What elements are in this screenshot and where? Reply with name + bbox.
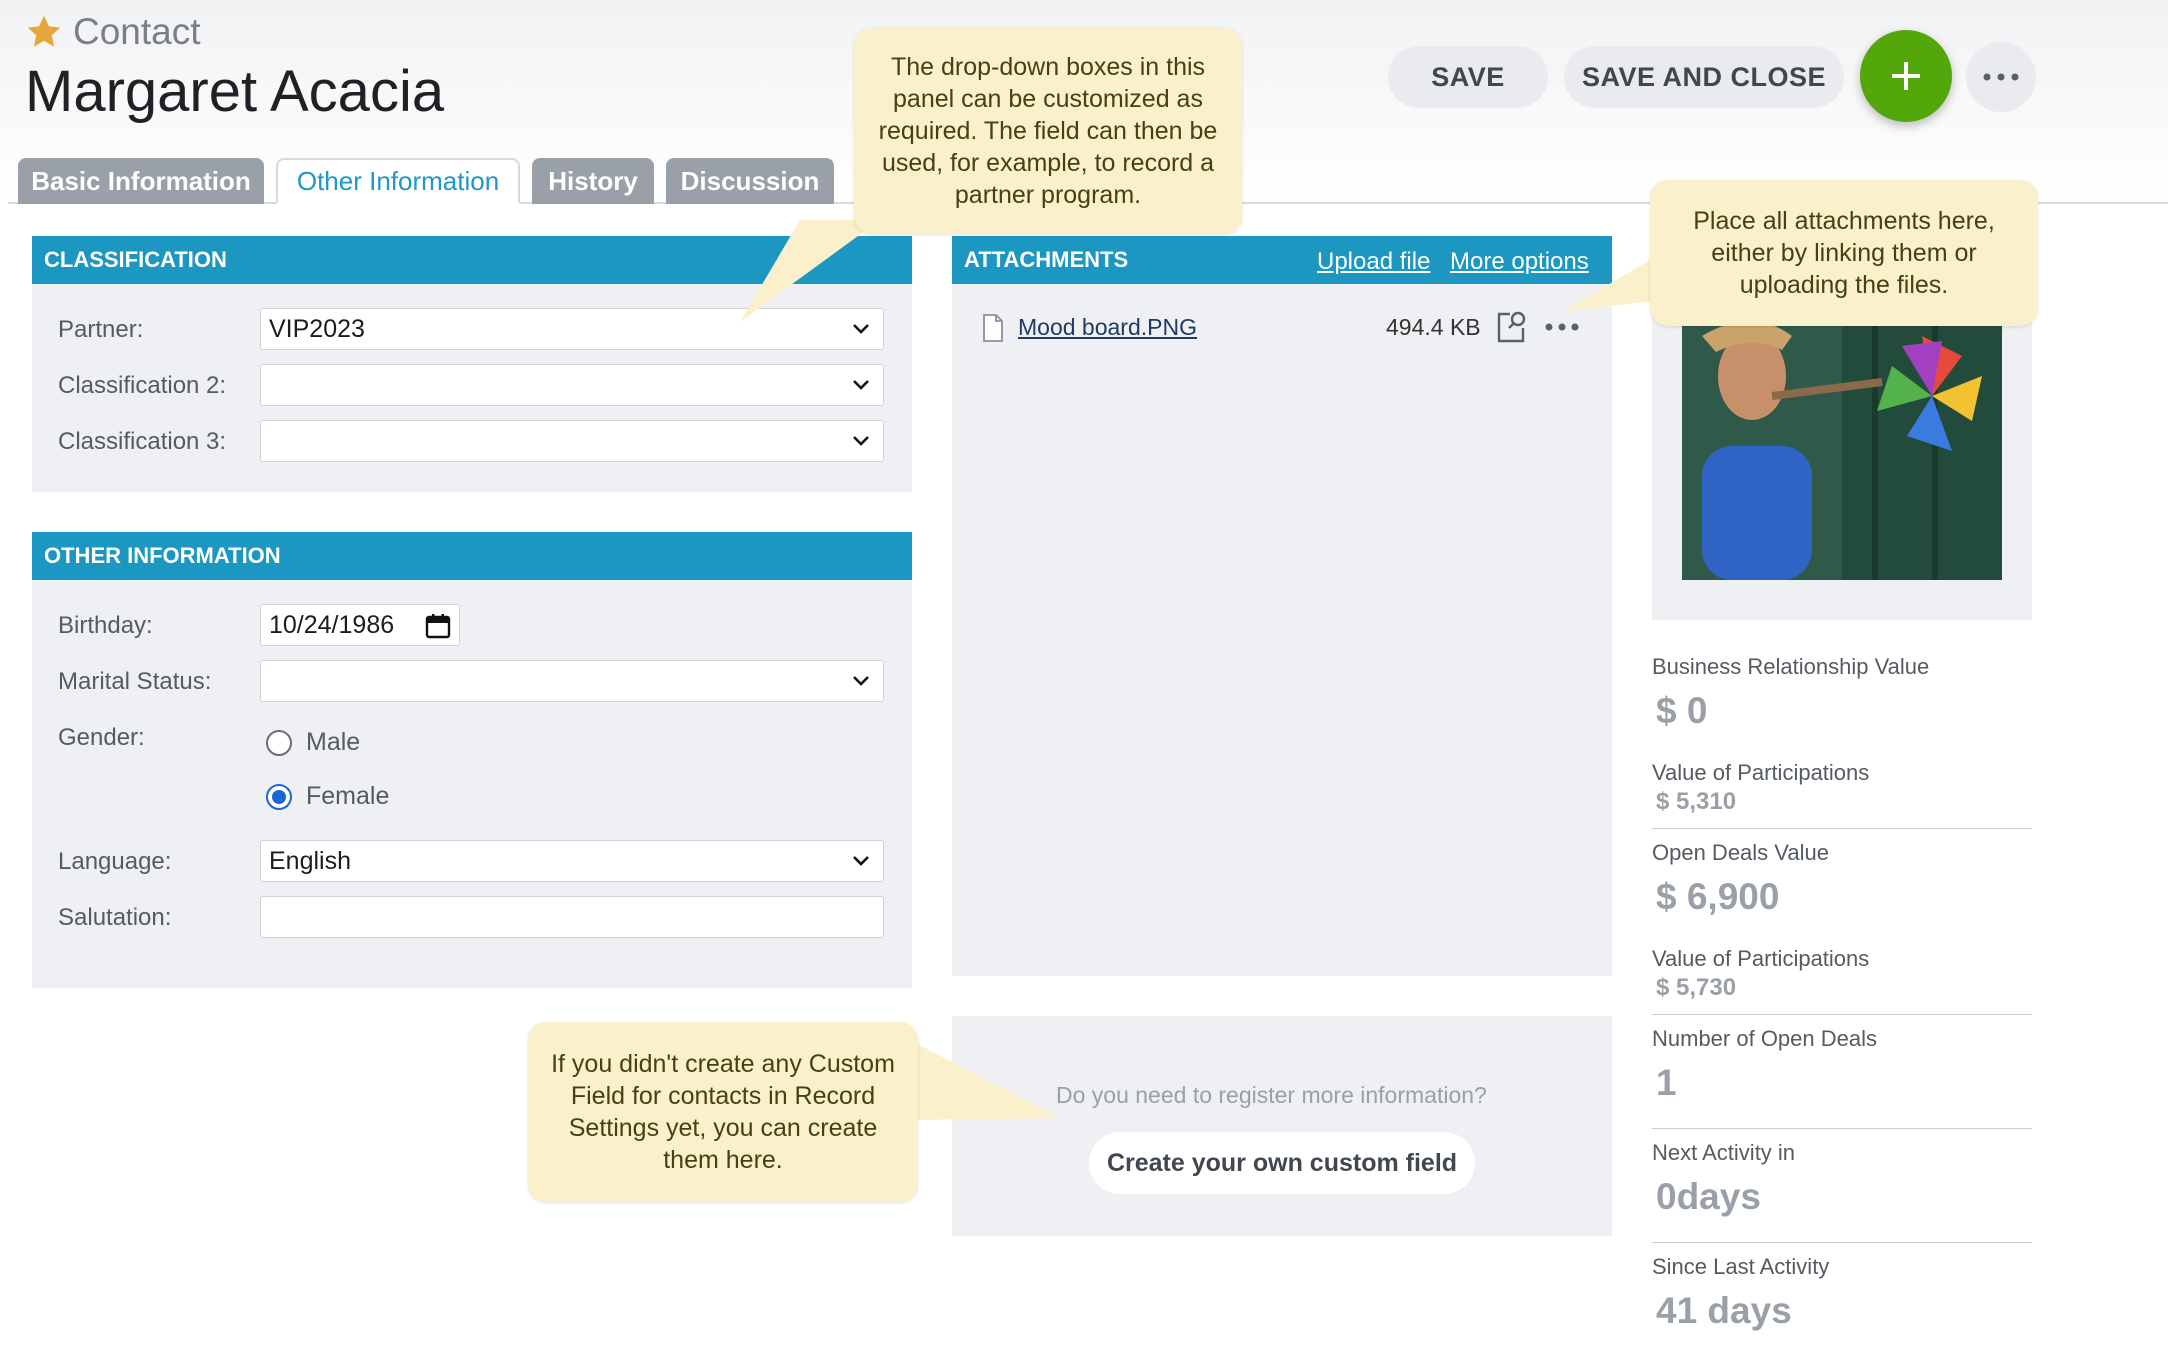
callout-attachments: Place all attachments here, either by li… — [1650, 180, 2038, 326]
callout-dropdowns: The drop-down boxes in this panel can be… — [854, 28, 1242, 234]
callout-custom-field: If you didn't create any Custom Field fo… — [528, 1022, 918, 1202]
